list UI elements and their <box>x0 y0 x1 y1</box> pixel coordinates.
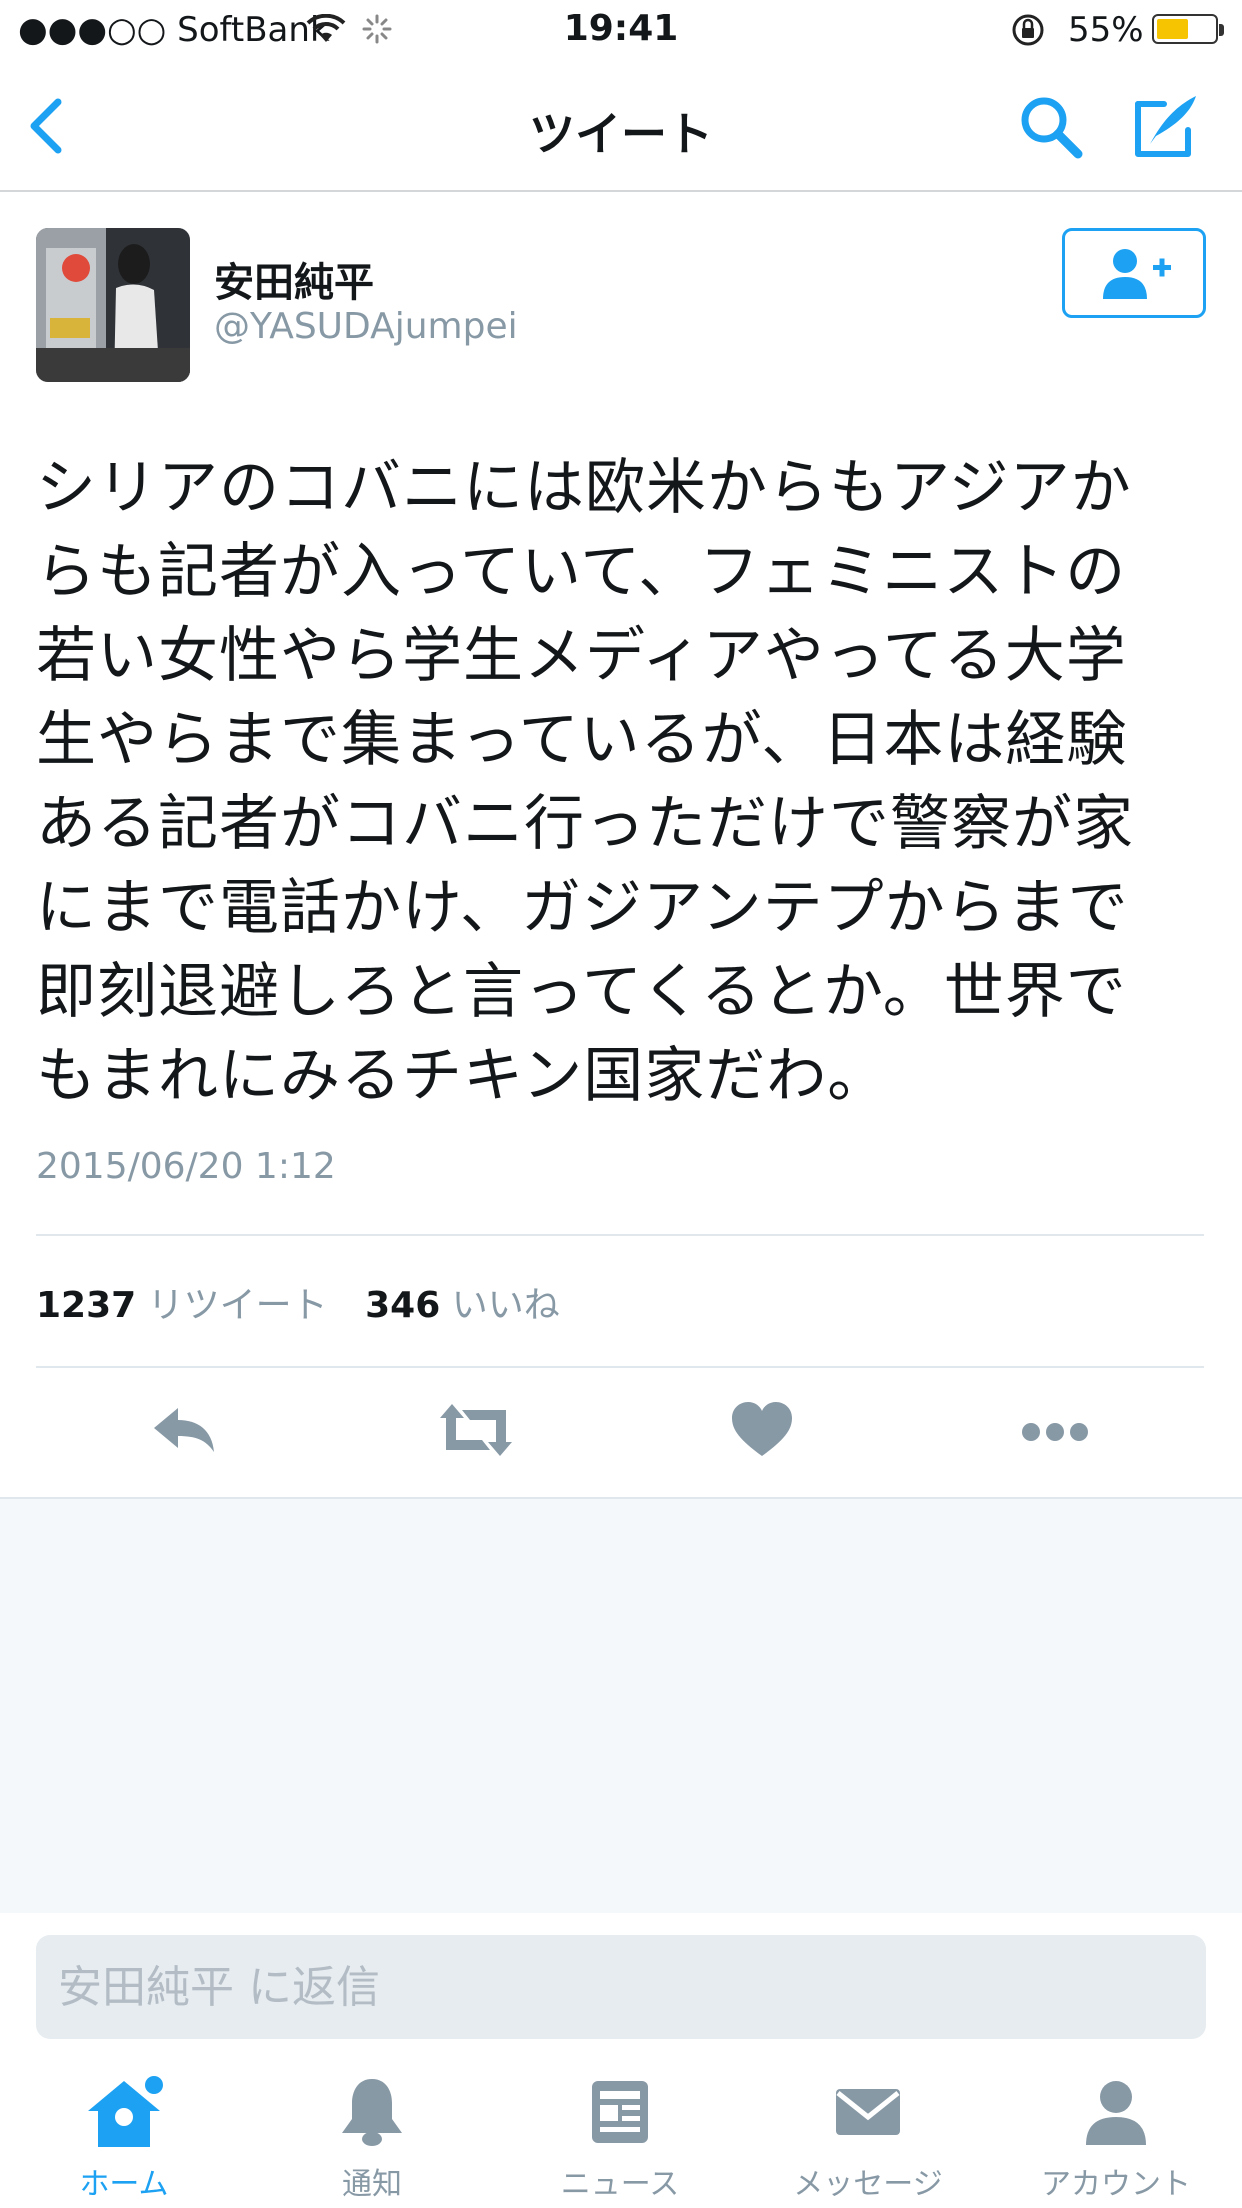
replies-area <box>0 1497 1242 1915</box>
bell-icon <box>342 2079 402 2146</box>
more-options-icon[interactable] <box>1020 1400 1090 1460</box>
add-user-icon <box>1103 249 1171 299</box>
battery-icon <box>1152 14 1224 44</box>
avatar[interactable] <box>36 228 190 382</box>
tab-label: ニュース <box>560 2167 680 2202</box>
retweet-count[interactable]: 1237 <box>36 1285 136 1326</box>
account-icon <box>1086 2081 1146 2145</box>
battery-percent: 55% <box>1068 10 1144 50</box>
like-count[interactable]: 346 <box>365 1285 440 1326</box>
reply-input[interactable] <box>36 1935 1206 2039</box>
like-heart-icon[interactable] <box>730 1400 794 1460</box>
battery-fill <box>1157 19 1188 39</box>
tab-label: 通知 <box>342 2167 402 2202</box>
user-name[interactable]: 安田純平 <box>214 250 374 308</box>
tab-label: メッセージ <box>793 2167 943 2202</box>
tab-home[interactable]: ホーム <box>0 2055 248 2208</box>
status-time: 19:41 <box>563 8 679 49</box>
tweet-text: シリアのコバニには欧米からもアジアか らも記者が入っていて、フェミニストの 若い… <box>36 453 1134 1111</box>
retweet-label[interactable]: リツイート <box>148 1285 328 1326</box>
compose-icon[interactable] <box>1130 90 1202 162</box>
divider <box>36 1366 1204 1368</box>
like-label[interactable]: いいね <box>452 1285 560 1326</box>
nav-bar: ツイート <box>0 60 1242 192</box>
tab-notifications[interactable]: 通知 <box>248 2055 496 2208</box>
tweet-timestamp: 2015/06/20 1:12 <box>36 1146 336 1187</box>
tab-label: アカウント <box>1041 2167 1191 2202</box>
tab-bar: ホーム 通知 ニュース メッセージ アカウント <box>0 2055 1242 2208</box>
orientation-lock-icon <box>1012 14 1044 46</box>
reply-icon[interactable] <box>150 1400 220 1460</box>
status-bar: ●●●○○ SoftBank 19:41 55% <box>0 0 1242 60</box>
user-handle[interactable]: @YASUDAjumpei <box>214 306 518 347</box>
news-icon <box>592 2081 648 2143</box>
retweet-icon[interactable] <box>438 1400 514 1460</box>
tweet-stats: 1237 リツイート 346 いいね <box>36 1276 586 1328</box>
tab-label: ホーム <box>79 2167 169 2202</box>
tab-account[interactable]: アカウント <box>992 2055 1240 2208</box>
divider <box>36 1234 1204 1236</box>
search-icon[interactable] <box>1018 94 1084 160</box>
tab-news[interactable]: ニュース <box>496 2055 744 2208</box>
follow-button[interactable] <box>1062 228 1206 318</box>
tab-messages[interactable]: メッセージ <box>744 2055 992 2208</box>
envelope-icon <box>836 2089 900 2135</box>
home-icon <box>88 2076 163 2147</box>
